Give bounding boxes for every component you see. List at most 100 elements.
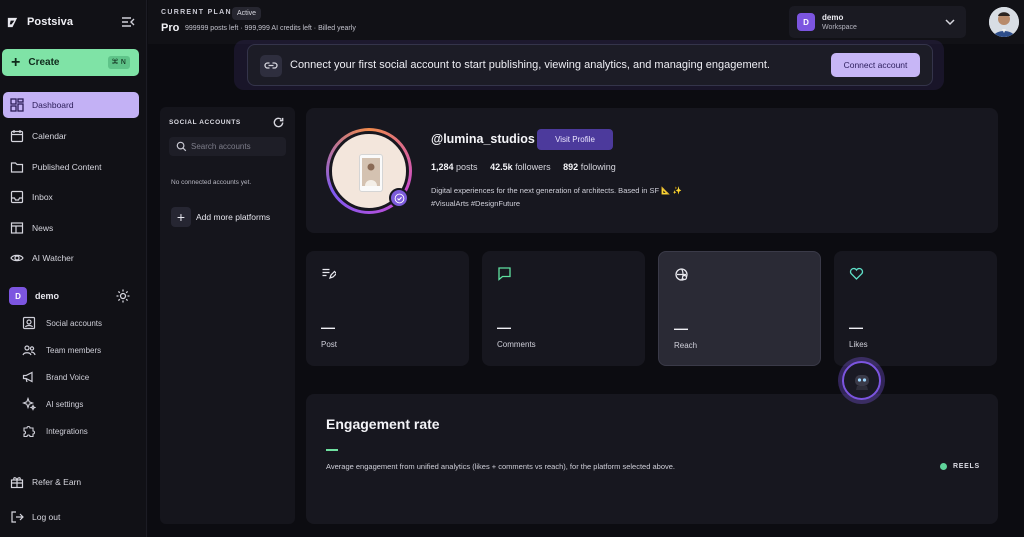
workspace-header[interactable]: D demo (9, 287, 139, 305)
nav-label: Dashboard (32, 100, 74, 110)
connect-account-button[interactable]: Connect account (831, 53, 920, 77)
plan-detail: 999999 posts left · 999,999 AI credits l… (185, 25, 356, 32)
nav-inbox[interactable]: Inbox (3, 184, 139, 210)
plus-icon: + (11, 53, 21, 71)
folder-icon (10, 162, 24, 173)
sidebar-item-social-accounts[interactable]: Social accounts (22, 313, 140, 333)
sidebar-item-brand-voice[interactable]: Brand Voice (22, 367, 140, 387)
nav-label: AI Watcher (32, 253, 74, 263)
gift-icon (10, 477, 24, 489)
workspace-badge: D (797, 13, 815, 31)
sidebar-item-label: AI settings (46, 399, 84, 409)
bio-hashtags: #VisualArts #DesignFuture (431, 199, 521, 208)
plan-status-badge: Active (232, 7, 262, 20)
nav-label: Inbox (32, 192, 53, 202)
nav-label: Log out (32, 512, 61, 522)
nav-dashboard[interactable]: Dashboard (3, 92, 139, 118)
nav-label: Refer & Earn (32, 477, 82, 487)
robot-icon (854, 374, 869, 390)
workspace-switcher[interactable]: D demo Workspace (789, 6, 966, 38)
profile-stats: 1,284 posts 42.5k followers 892 followin… (431, 162, 626, 172)
empty-state-text: No connected accounts yet. (171, 179, 252, 186)
sidebar-item-ai-settings[interactable]: AI settings (22, 394, 140, 414)
connect-banner: Connect your first social account to sta… (247, 44, 933, 86)
sidebar-item-label: Integrations (46, 426, 88, 436)
stat-posts: 1,284 posts (431, 162, 478, 172)
logout-icon (11, 511, 24, 523)
plan-name: Pro (161, 22, 180, 34)
stat-followers: 42.5k followers (490, 162, 551, 172)
profile-bio: Digital experiences for the next generat… (431, 184, 751, 210)
dashboard-icon (10, 98, 24, 112)
edit-list-icon (322, 268, 336, 279)
chevron-down-icon (945, 19, 955, 26)
search-icon (176, 141, 187, 152)
workspace-switcher-sub: Workspace (822, 24, 857, 31)
banner-text: Connect your first social account to sta… (290, 59, 770, 71)
avatar[interactable] (989, 7, 1019, 37)
nav-news[interactable]: News (3, 215, 139, 241)
ai-assistant-button[interactable] (842, 361, 881, 400)
metric-label: Comments (497, 340, 536, 349)
sidebar-item-team-members[interactable]: Team members (22, 340, 140, 360)
bio-line: Digital experiences for the next generat… (431, 186, 682, 195)
nav-calendar[interactable]: Calendar (3, 123, 139, 149)
metric-value: — (849, 319, 863, 335)
inbox-icon (10, 190, 24, 204)
nav-ai-watcher[interactable]: AI Watcher (3, 245, 139, 271)
sidebar: Postsiva + Create ⌘ N Dashboard Calendar… (0, 0, 147, 537)
plan-kicker: CURRENT PLAN (161, 9, 232, 16)
metric-card-post[interactable]: — Post (306, 251, 469, 366)
workspace-switcher-name: demo (822, 13, 844, 22)
nav-label: Calendar (32, 131, 67, 141)
reach-icon (675, 268, 688, 281)
heart-icon (849, 267, 864, 280)
panel-title: SOCIAL ACCOUNTS (169, 119, 241, 126)
create-button[interactable]: + Create ⌘ N (2, 49, 139, 76)
social-accounts-panel: SOCIAL ACCOUNTS No connected accounts ye… (160, 107, 295, 524)
sidebar-item-integrations[interactable]: Integrations (22, 421, 140, 441)
calendar-icon (10, 130, 24, 143)
user-avatar-icon (989, 7, 1019, 37)
eye-icon (10, 254, 24, 262)
metric-card-reach[interactable]: — Reach (658, 251, 821, 366)
sidebar-item-label: Social accounts (46, 318, 103, 328)
nav-log-out[interactable]: Log out (3, 504, 139, 530)
metric-value: — (497, 319, 511, 335)
create-label: Create (28, 57, 60, 68)
engagement-description: Average engagement from unified analytic… (326, 462, 675, 471)
megaphone-icon (22, 371, 33, 383)
reels-label: REELS (953, 463, 980, 470)
account-card-icon (22, 316, 36, 330)
workspace-badge: D (9, 287, 27, 305)
nav-label: Published Content (32, 162, 102, 172)
phone-illustration (359, 154, 383, 192)
sparkles-icon (22, 397, 36, 411)
search-box (169, 137, 286, 156)
gear-icon[interactable] (115, 288, 131, 304)
engagement-accent (326, 449, 338, 451)
engagement-title: Engagement rate (326, 416, 440, 432)
search-input[interactable] (191, 142, 286, 151)
workspace-name: demo (35, 291, 60, 301)
metric-value: — (321, 319, 335, 335)
metric-card-likes[interactable]: — Likes (834, 251, 997, 366)
nav-published-content[interactable]: Published Content (3, 154, 139, 180)
engagement-card: Engagement rate Average engagement from … (306, 394, 998, 524)
add-platforms-label: Add more platforms (196, 212, 271, 222)
metric-label: Reach (674, 341, 698, 350)
nav-refer-earn[interactable]: Refer & Earn (3, 469, 139, 495)
visit-profile-button[interactable]: Visit Profile (537, 129, 613, 150)
brand-logo[interactable]: Postsiva (6, 12, 136, 32)
plus-icon: + (171, 207, 191, 227)
metric-label: Post (321, 340, 338, 349)
refresh-icon[interactable] (272, 116, 285, 129)
stat-following: 892 following (563, 162, 616, 172)
collapse-sidebar-icon[interactable] (120, 14, 136, 30)
comment-icon (498, 267, 511, 281)
brand-name: Postsiva (27, 16, 74, 28)
reels-filter[interactable]: REELS (940, 463, 980, 470)
add-platforms-button[interactable]: + Add more platforms (171, 207, 270, 227)
metric-card-comments[interactable]: — Comments (482, 251, 645, 366)
status-dot-icon (940, 463, 947, 470)
